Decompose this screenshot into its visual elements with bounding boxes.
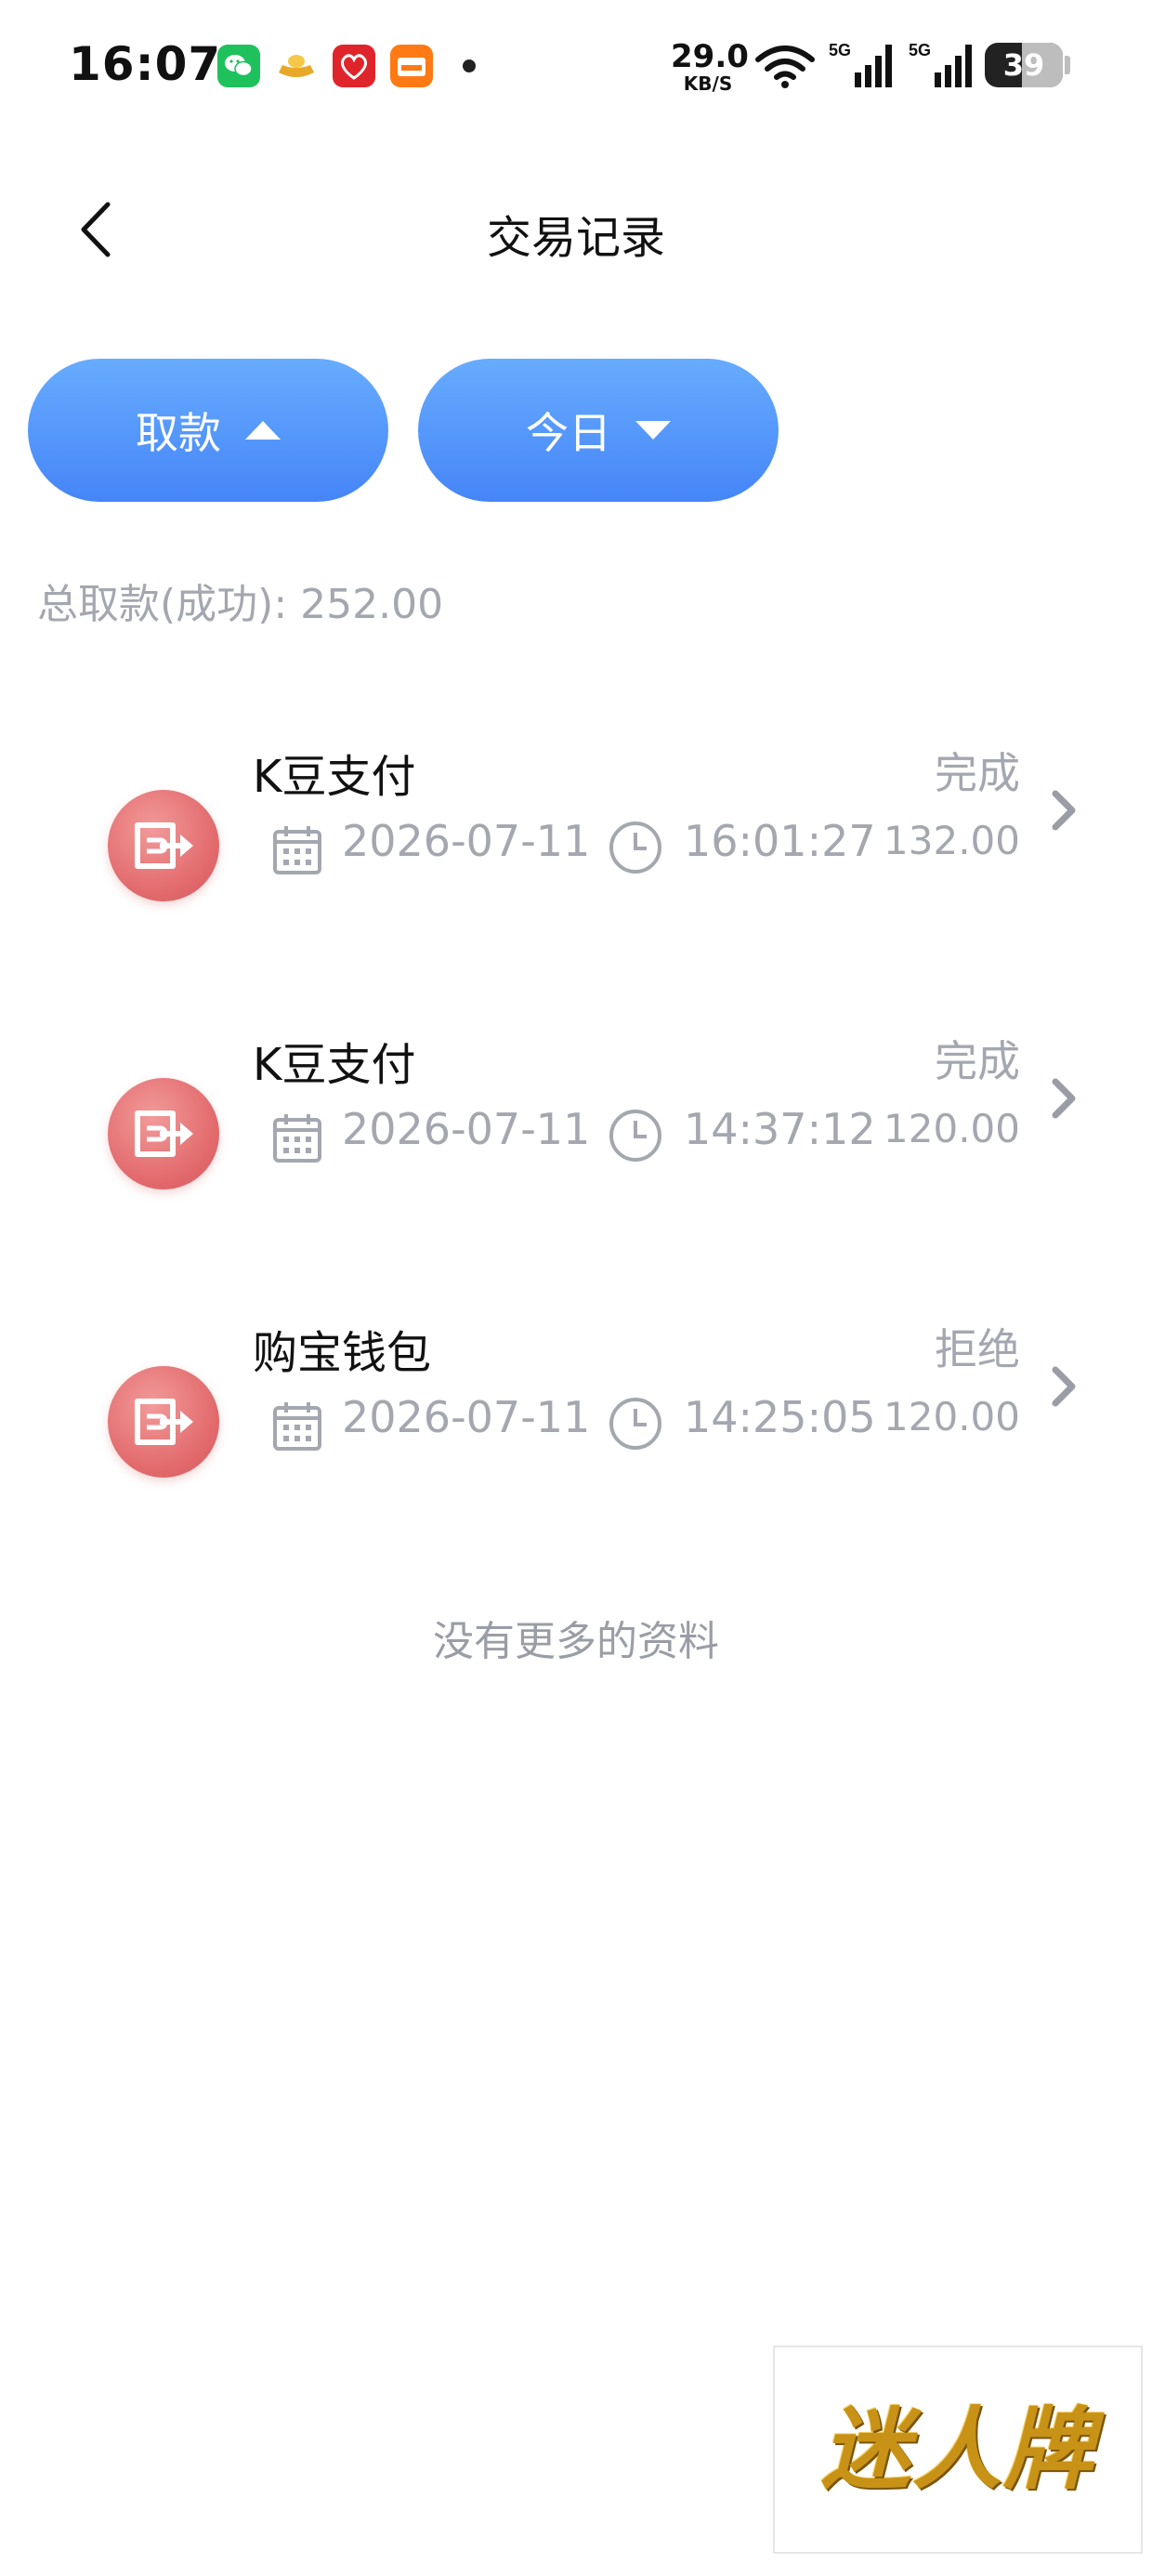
status-badge: 拒绝 bbox=[935, 1324, 1020, 1374]
status-bar: 16:07 29.0 KB/S 5G 5G 39 bbox=[0, 0, 1152, 139]
wechat-icon bbox=[217, 45, 260, 87]
status-badge: 完成 bbox=[935, 748, 1020, 798]
network-speed: 29.0 KB/S bbox=[671, 38, 749, 95]
gold-ingot-icon bbox=[275, 45, 318, 87]
transaction-date: 2026-07-11 bbox=[342, 1392, 591, 1442]
transaction-row[interactable]: K豆支付 完成 2026-07-11 14:37:12 120.00 bbox=[0, 1028, 1152, 1242]
date-range-filter[interactable]: 今日 bbox=[418, 359, 779, 502]
chevron-right-icon bbox=[1052, 1366, 1076, 1407]
transaction-time: 14:25:05 bbox=[684, 1392, 876, 1442]
watermark-logo: 迷人牌 bbox=[773, 2346, 1143, 2554]
header: 交易记录 bbox=[0, 177, 1152, 279]
withdraw-icon bbox=[108, 1366, 219, 1478]
caret-down-icon bbox=[635, 421, 671, 440]
clock-icon bbox=[609, 821, 661, 874]
page-title: 交易记录 bbox=[486, 212, 665, 264]
caret-up-icon bbox=[245, 421, 281, 440]
payment-channel: K豆支付 bbox=[253, 751, 416, 803]
transaction-amount: 120.00 bbox=[884, 1394, 1020, 1439]
battery-level: 39 bbox=[1002, 47, 1045, 83]
calendar-icon bbox=[273, 1114, 321, 1163]
transaction-row[interactable]: K豆支付 完成 2026-07-11 16:01:27 132.00 bbox=[0, 740, 1152, 953]
transaction-time: 14:37:12 bbox=[684, 1104, 876, 1154]
transaction-date: 2026-07-11 bbox=[342, 1104, 591, 1154]
chevron-right-icon bbox=[1052, 790, 1076, 831]
network-speed-value: 29.0 bbox=[671, 38, 749, 75]
payment-channel: K豆支付 bbox=[253, 1039, 416, 1091]
battery-icon: 39 bbox=[985, 43, 1063, 87]
battery-tip bbox=[1065, 56, 1070, 74]
end-of-list-text: 没有更多的资料 bbox=[433, 1618, 719, 1665]
clock-icon bbox=[609, 1398, 661, 1450]
watermark-text: 迷人牌 bbox=[821, 2398, 1094, 2502]
withdraw-icon bbox=[108, 1078, 219, 1189]
wifi-icon bbox=[755, 46, 815, 88]
withdrawal-total: 总取款(成功): 252.00 bbox=[37, 581, 444, 628]
calendar-icon bbox=[273, 1402, 321, 1451]
transaction-type-label: 取款 bbox=[136, 408, 221, 458]
network-speed-unit: KB/S bbox=[683, 72, 733, 95]
transaction-row[interactable]: 购宝钱包 拒绝 2026-07-11 14:25:05 120.00 bbox=[0, 1316, 1152, 1530]
transaction-time: 16:01:27 bbox=[684, 816, 876, 866]
hot-app-icon bbox=[390, 45, 433, 87]
status-time: 16:07 bbox=[69, 37, 222, 91]
chevron-right-icon bbox=[1052, 1078, 1076, 1119]
svg-text:5G: 5G bbox=[909, 41, 931, 59]
svg-text:5G: 5G bbox=[829, 41, 851, 59]
status-badge: 完成 bbox=[935, 1036, 1020, 1086]
clock-icon bbox=[609, 1110, 661, 1162]
transaction-type-filter[interactable]: 取款 bbox=[28, 359, 388, 502]
notification-dot bbox=[463, 59, 476, 72]
transaction-date: 2026-07-11 bbox=[342, 816, 591, 866]
transaction-amount: 132.00 bbox=[884, 818, 1020, 863]
withdraw-icon bbox=[108, 790, 219, 901]
cellular-signal-icon: 5G bbox=[829, 41, 892, 87]
red-app-icon bbox=[333, 45, 375, 87]
payment-channel: 购宝钱包 bbox=[253, 1327, 432, 1379]
date-range-label: 今日 bbox=[526, 408, 611, 458]
calendar-icon bbox=[273, 826, 321, 874]
cellular-signal-icon: 5G bbox=[909, 41, 972, 87]
transaction-amount: 120.00 bbox=[884, 1106, 1020, 1151]
